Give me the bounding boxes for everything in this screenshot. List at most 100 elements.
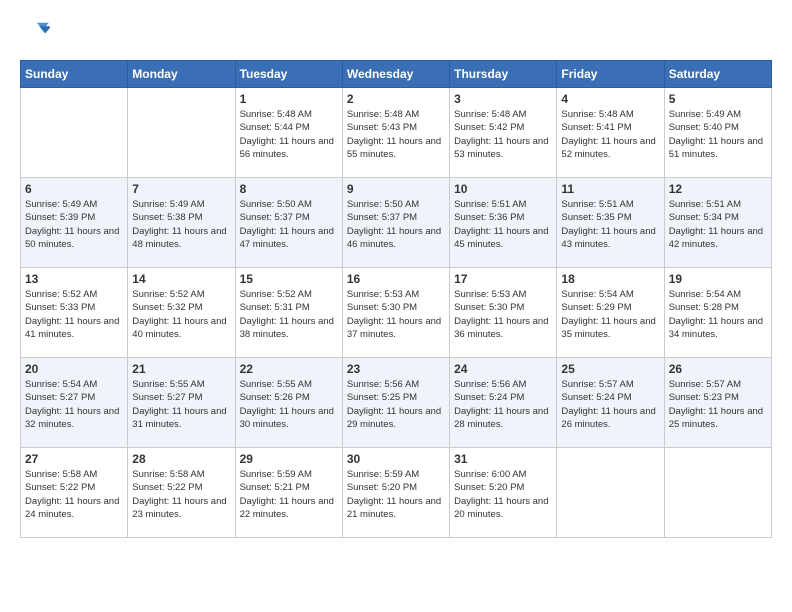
- calendar-cell: 18Sunrise: 5:54 AM Sunset: 5:29 PM Dayli…: [557, 268, 664, 358]
- day-detail: Sunrise: 5:49 AM Sunset: 5:38 PM Dayligh…: [132, 198, 230, 251]
- day-detail: Sunrise: 5:48 AM Sunset: 5:43 PM Dayligh…: [347, 108, 445, 161]
- calendar-cell: 31Sunrise: 6:00 AM Sunset: 5:20 PM Dayli…: [450, 448, 557, 538]
- day-number: 22: [240, 362, 338, 376]
- day-detail: Sunrise: 5:50 AM Sunset: 5:37 PM Dayligh…: [347, 198, 445, 251]
- day-detail: Sunrise: 5:56 AM Sunset: 5:24 PM Dayligh…: [454, 378, 552, 431]
- calendar-cell: 25 Sunrise: 5:57 AM Sunset: 5:24 PM Dayli…: [557, 358, 664, 448]
- day-detail: Sunrise: 5:53 AM Sunset: 5:30 PM Dayligh…: [454, 288, 552, 341]
- calendar-cell: 28Sunrise: 5:58 AM Sunset: 5:22 PM Dayli…: [128, 448, 235, 538]
- day-number: 21: [132, 362, 230, 376]
- day-number: 20: [25, 362, 123, 376]
- day-number: 23: [347, 362, 445, 376]
- day-number: 14: [132, 272, 230, 286]
- calendar-cell: 8 Sunrise: 5:50 AM Sunset: 5:37 PM Daylig…: [235, 178, 342, 268]
- day-number: 28: [132, 452, 230, 466]
- day-number: 19: [669, 272, 767, 286]
- day-detail: Sunrise: 5:52 AM Sunset: 5:31 PM Dayligh…: [240, 288, 338, 341]
- day-detail: Sunrise: 5:54 AM Sunset: 5:28 PM Dayligh…: [669, 288, 767, 341]
- day-detail: Sunrise: 5:53 AM Sunset: 5:30 PM Dayligh…: [347, 288, 445, 341]
- day-number: 10: [454, 182, 552, 196]
- header-row: SundayMondayTuesdayWednesdayThursdayFrid…: [21, 61, 772, 88]
- day-detail: Sunrise: 5:59 AM Sunset: 5:21 PM Dayligh…: [240, 468, 338, 521]
- day-number: 3: [454, 92, 552, 106]
- day-detail: Sunrise: 5:55 AM Sunset: 5:27 PM Dayligh…: [132, 378, 230, 431]
- day-detail: Sunrise: 5:52 AM Sunset: 5:33 PM Dayligh…: [25, 288, 123, 341]
- calendar-cell: [21, 88, 128, 178]
- calendar-cell: 23Sunrise: 5:56 AM Sunset: 5:25 PM Dayli…: [342, 358, 449, 448]
- calendar-week-3: 13 Sunrise: 5:52 AM Sunset: 5:33 PM Dayli…: [21, 268, 772, 358]
- day-number: 7: [132, 182, 230, 196]
- day-detail: Sunrise: 5:54 AM Sunset: 5:27 PM Dayligh…: [25, 378, 123, 431]
- day-detail: Sunrise: 5:51 AM Sunset: 5:36 PM Dayligh…: [454, 198, 552, 251]
- day-number: 25: [561, 362, 659, 376]
- day-number: 9: [347, 182, 445, 196]
- calendar-cell: 3 Sunrise: 5:48 AM Sunset: 5:42 PM Daylig…: [450, 88, 557, 178]
- day-number: 24: [454, 362, 552, 376]
- day-number: 6: [25, 182, 123, 196]
- day-detail: Sunrise: 5:58 AM Sunset: 5:22 PM Dayligh…: [25, 468, 123, 521]
- day-detail: Sunrise: 5:49 AM Sunset: 5:39 PM Dayligh…: [25, 198, 123, 251]
- day-header-wednesday: Wednesday: [342, 61, 449, 88]
- calendar-cell: 10 Sunrise: 5:51 AM Sunset: 5:36 PM Dayli…: [450, 178, 557, 268]
- logo: [20, 20, 54, 50]
- day-number: 12: [669, 182, 767, 196]
- calendar-cell: 7 Sunrise: 5:49 AM Sunset: 5:38 PM Daylig…: [128, 178, 235, 268]
- day-number: 16: [347, 272, 445, 286]
- day-detail: Sunrise: 5:49 AM Sunset: 5:40 PM Dayligh…: [669, 108, 767, 161]
- day-detail: Sunrise: 6:00 AM Sunset: 5:20 PM Dayligh…: [454, 468, 552, 521]
- calendar-cell: 29 Sunrise: 5:59 AM Sunset: 5:21 PM Dayli…: [235, 448, 342, 538]
- day-detail: Sunrise: 5:57 AM Sunset: 5:23 PM Dayligh…: [669, 378, 767, 431]
- calendar-cell: 15 Sunrise: 5:52 AM Sunset: 5:31 PM Dayli…: [235, 268, 342, 358]
- calendar-week-2: 6 Sunrise: 5:49 AM Sunset: 5:39 PM Daylig…: [21, 178, 772, 268]
- calendar-cell: 5Sunrise: 5:49 AM Sunset: 5:40 PM Daylig…: [664, 88, 771, 178]
- day-detail: Sunrise: 5:50 AM Sunset: 5:37 PM Dayligh…: [240, 198, 338, 251]
- day-number: 4: [561, 92, 659, 106]
- day-header-tuesday: Tuesday: [235, 61, 342, 88]
- calendar-cell: 2 Sunrise: 5:48 AM Sunset: 5:43 PM Daylig…: [342, 88, 449, 178]
- calendar-cell: 12Sunrise: 5:51 AM Sunset: 5:34 PM Dayli…: [664, 178, 771, 268]
- calendar-cell: 19 Sunrise: 5:54 AM Sunset: 5:28 PM Dayli…: [664, 268, 771, 358]
- calendar-cell: 4 Sunrise: 5:48 AM Sunset: 5:41 PM Daylig…: [557, 88, 664, 178]
- calendar-cell: 6 Sunrise: 5:49 AM Sunset: 5:39 PM Daylig…: [21, 178, 128, 268]
- day-header-thursday: Thursday: [450, 61, 557, 88]
- day-number: 8: [240, 182, 338, 196]
- day-header-saturday: Saturday: [664, 61, 771, 88]
- day-detail: Sunrise: 5:51 AM Sunset: 5:35 PM Dayligh…: [561, 198, 659, 251]
- day-number: 27: [25, 452, 123, 466]
- page-header: [20, 20, 772, 50]
- calendar-cell: 14 Sunrise: 5:52 AM Sunset: 5:32 PM Dayli…: [128, 268, 235, 358]
- calendar-cell: 17 Sunrise: 5:53 AM Sunset: 5:30 PM Dayli…: [450, 268, 557, 358]
- calendar-cell: 16 Sunrise: 5:53 AM Sunset: 5:30 PM Dayli…: [342, 268, 449, 358]
- day-number: 18: [561, 272, 659, 286]
- day-header-friday: Friday: [557, 61, 664, 88]
- calendar-cell: 20 Sunrise: 5:54 AM Sunset: 5:27 PM Dayli…: [21, 358, 128, 448]
- day-detail: Sunrise: 5:48 AM Sunset: 5:44 PM Dayligh…: [240, 108, 338, 161]
- calendar-cell: 24 Sunrise: 5:56 AM Sunset: 5:24 PM Dayli…: [450, 358, 557, 448]
- calendar-cell: 11 Sunrise: 5:51 AM Sunset: 5:35 PM Dayli…: [557, 178, 664, 268]
- day-detail: Sunrise: 5:57 AM Sunset: 5:24 PM Dayligh…: [561, 378, 659, 431]
- day-detail: Sunrise: 5:48 AM Sunset: 5:42 PM Dayligh…: [454, 108, 552, 161]
- day-number: 17: [454, 272, 552, 286]
- calendar-cell: [557, 448, 664, 538]
- day-number: 1: [240, 92, 338, 106]
- day-header-sunday: Sunday: [21, 61, 128, 88]
- calendar-table: SundayMondayTuesdayWednesdayThursdayFrid…: [20, 60, 772, 538]
- calendar-week-5: 27 Sunrise: 5:58 AM Sunset: 5:22 PM Dayli…: [21, 448, 772, 538]
- calendar-cell: 1 Sunrise: 5:48 AM Sunset: 5:44 PM Daylig…: [235, 88, 342, 178]
- calendar-cell: 26Sunrise: 5:57 AM Sunset: 5:23 PM Dayli…: [664, 358, 771, 448]
- day-number: 29: [240, 452, 338, 466]
- logo-icon: [20, 20, 50, 50]
- day-number: 11: [561, 182, 659, 196]
- day-detail: Sunrise: 5:48 AM Sunset: 5:41 PM Dayligh…: [561, 108, 659, 161]
- day-detail: Sunrise: 5:52 AM Sunset: 5:32 PM Dayligh…: [132, 288, 230, 341]
- day-header-monday: Monday: [128, 61, 235, 88]
- calendar-cell: 30Sunrise: 5:59 AM Sunset: 5:20 PM Dayli…: [342, 448, 449, 538]
- day-detail: Sunrise: 5:55 AM Sunset: 5:26 PM Dayligh…: [240, 378, 338, 431]
- calendar-week-1: 1 Sunrise: 5:48 AM Sunset: 5:44 PM Daylig…: [21, 88, 772, 178]
- day-number: 13: [25, 272, 123, 286]
- day-number: 30: [347, 452, 445, 466]
- calendar-cell: 21 Sunrise: 5:55 AM Sunset: 5:27 PM Dayli…: [128, 358, 235, 448]
- day-number: 2: [347, 92, 445, 106]
- day-number: 15: [240, 272, 338, 286]
- calendar-cell: [664, 448, 771, 538]
